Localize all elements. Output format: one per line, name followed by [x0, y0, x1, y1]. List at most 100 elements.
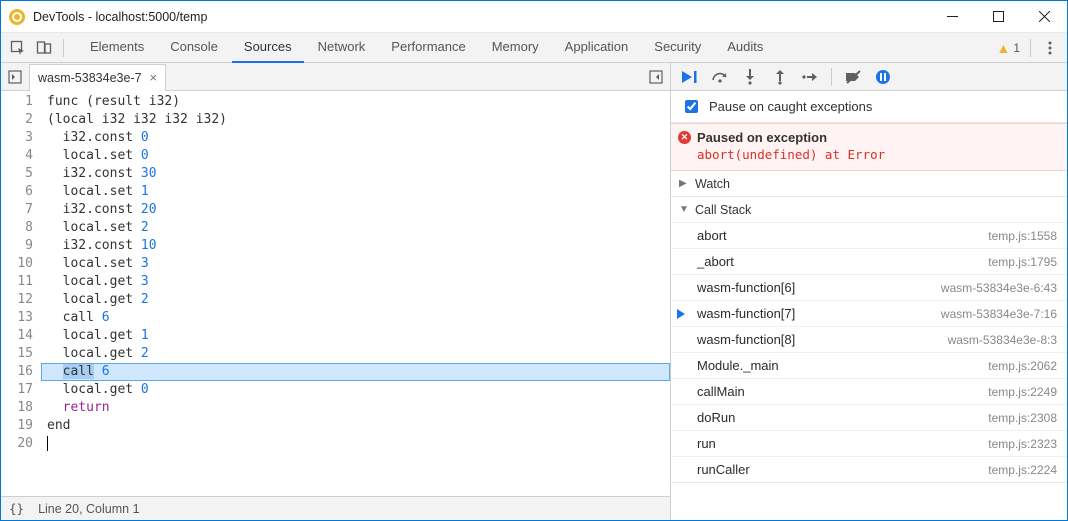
warnings-indicator[interactable]: ▲ 1	[996, 40, 1020, 56]
code-line[interactable]: local.get 1	[41, 327, 670, 345]
line-number[interactable]: 14	[1, 327, 33, 345]
code-line[interactable]: local.get 0	[41, 381, 670, 399]
code-line[interactable]: local.get 2	[41, 345, 670, 363]
line-number[interactable]: 9	[1, 237, 33, 255]
inspect-element-icon[interactable]	[5, 35, 31, 61]
callstack-location: temp.js:1558	[988, 229, 1057, 243]
line-number[interactable]: 6	[1, 183, 33, 201]
callstack-frame[interactable]: aborttemp.js:1558	[671, 222, 1067, 248]
line-number[interactable]: 19	[1, 417, 33, 435]
window-minimize-button[interactable]	[929, 1, 975, 33]
callstack-frame[interactable]: wasm-function[7]wasm-53834e3e-7:16	[671, 300, 1067, 326]
paused-title: Paused on exception	[697, 130, 1057, 145]
line-number[interactable]: 7	[1, 201, 33, 219]
line-number[interactable]: 17	[1, 381, 33, 399]
callstack-frame[interactable]: wasm-function[6]wasm-53834e3e-6:43	[671, 274, 1067, 300]
callstack-location: temp.js:2308	[988, 411, 1057, 425]
code-line[interactable]: call 6	[41, 309, 670, 327]
file-tab[interactable]: wasm-53834e3e-7 ×	[29, 64, 166, 91]
line-number[interactable]: 4	[1, 147, 33, 165]
watch-header[interactable]: ▶ Watch	[671, 171, 1067, 196]
code-line[interactable]: local.get 2	[41, 291, 670, 309]
panel-tab-elements[interactable]: Elements	[78, 33, 156, 63]
step-into-button[interactable]	[737, 64, 763, 90]
device-toolbar-icon[interactable]	[31, 35, 57, 61]
line-number[interactable]: 3	[1, 129, 33, 147]
callstack-label: Call Stack	[695, 203, 751, 217]
paused-banner: ✕ Paused on exception abort(undefined) a…	[671, 123, 1067, 171]
file-tabs-bar: wasm-53834e3e-7 ×	[1, 63, 670, 91]
code-line[interactable]: end	[41, 417, 670, 435]
code-line[interactable]: local.set 0	[41, 147, 670, 165]
line-number[interactable]: 20	[1, 435, 33, 453]
panel-tab-application[interactable]: Application	[553, 33, 641, 63]
line-number[interactable]: 5	[1, 165, 33, 183]
callstack-header[interactable]: ▼ Call Stack	[671, 197, 1067, 222]
code-line[interactable]: func (result i32)	[41, 93, 670, 111]
panel-tab-performance[interactable]: Performance	[379, 33, 477, 63]
callstack-frame[interactable]: Module._maintemp.js:2062	[671, 352, 1067, 378]
braces-icon[interactable]: {}	[9, 501, 24, 516]
code-line[interactable]	[41, 435, 670, 453]
code-line[interactable]: local.set 2	[41, 219, 670, 237]
line-number[interactable]: 10	[1, 255, 33, 273]
close-tab-icon[interactable]: ×	[150, 70, 158, 85]
panel-tab-audits[interactable]: Audits	[715, 33, 775, 63]
line-number[interactable]: 11	[1, 273, 33, 291]
line-number[interactable]: 2	[1, 111, 33, 129]
panel-tab-security[interactable]: Security	[642, 33, 713, 63]
code-line[interactable]: i32.const 20	[41, 201, 670, 219]
line-number[interactable]: 16	[1, 363, 33, 381]
callstack-frame[interactable]: runCallertemp.js:2224	[671, 456, 1067, 482]
warning-triangle-icon: ▲	[996, 40, 1010, 56]
callstack-frame[interactable]: _aborttemp.js:1795	[671, 248, 1067, 274]
line-number[interactable]: 12	[1, 291, 33, 309]
debugger-toggle-icon[interactable]	[642, 63, 670, 91]
panel-tab-sources[interactable]: Sources	[232, 33, 304, 63]
callstack-frame[interactable]: doRuntemp.js:2308	[671, 404, 1067, 430]
callstack-location: wasm-53834e3e-7:16	[941, 307, 1057, 321]
step-out-button[interactable]	[767, 64, 793, 90]
step-button[interactable]	[797, 64, 823, 90]
pause-on-caught-label: Pause on caught exceptions	[709, 99, 872, 114]
code-line[interactable]: local.get 3	[41, 273, 670, 291]
code-editor[interactable]: 1234567891011121314151617181920 func (re…	[1, 91, 670, 496]
deactivate-breakpoints-button[interactable]	[840, 64, 866, 90]
warning-count: 1	[1013, 41, 1020, 55]
watch-label: Watch	[695, 177, 730, 191]
line-number[interactable]: 18	[1, 399, 33, 417]
code-line[interactable]: i32.const 30	[41, 165, 670, 183]
navigator-toggle-icon[interactable]	[1, 63, 29, 91]
callstack-frame[interactable]: wasm-function[8]wasm-53834e3e-8:3	[671, 326, 1067, 352]
code-line[interactable]: i32.const 10	[41, 237, 670, 255]
code-line[interactable]: return	[41, 399, 670, 417]
code-line[interactable]: i32.const 0	[41, 129, 670, 147]
pause-on-caught-checkbox[interactable]	[685, 100, 698, 113]
resume-button[interactable]	[677, 64, 703, 90]
callstack-fn: Module._main	[697, 358, 779, 373]
pause-exceptions-button[interactable]	[870, 64, 896, 90]
code-line[interactable]: (local i32 i32 i32 i32)	[41, 111, 670, 129]
code-line[interactable]: local.set 1	[41, 183, 670, 201]
step-over-button[interactable]	[707, 64, 733, 90]
line-number[interactable]: 8	[1, 219, 33, 237]
window-close-button[interactable]	[1021, 1, 1067, 33]
line-number[interactable]: 15	[1, 345, 33, 363]
panel-tab-network[interactable]: Network	[306, 33, 378, 63]
line-number[interactable]: 13	[1, 309, 33, 327]
paused-detail: abort(undefined) at Error	[697, 147, 1057, 162]
callstack-frame[interactable]: runtemp.js:2323	[671, 430, 1067, 456]
panel-tab-memory[interactable]: Memory	[480, 33, 551, 63]
line-number[interactable]: 1	[1, 93, 33, 111]
code-line[interactable]: local.set 3	[41, 255, 670, 273]
code-line[interactable]: call 6	[41, 363, 670, 381]
callstack-frame[interactable]: callMaintemp.js:2249	[671, 378, 1067, 404]
panel-tab-console[interactable]: Console	[158, 33, 230, 63]
callstack-fn: wasm-function[6]	[697, 280, 795, 295]
callstack-fn: run	[697, 436, 716, 451]
kebab-menu-icon[interactable]	[1037, 35, 1063, 61]
window-maximize-button[interactable]	[975, 1, 1021, 33]
pause-on-caught-row: Pause on caught exceptions	[671, 91, 1067, 123]
watch-section: ▶ Watch	[671, 171, 1067, 197]
callstack-fn: wasm-function[8]	[697, 332, 795, 347]
